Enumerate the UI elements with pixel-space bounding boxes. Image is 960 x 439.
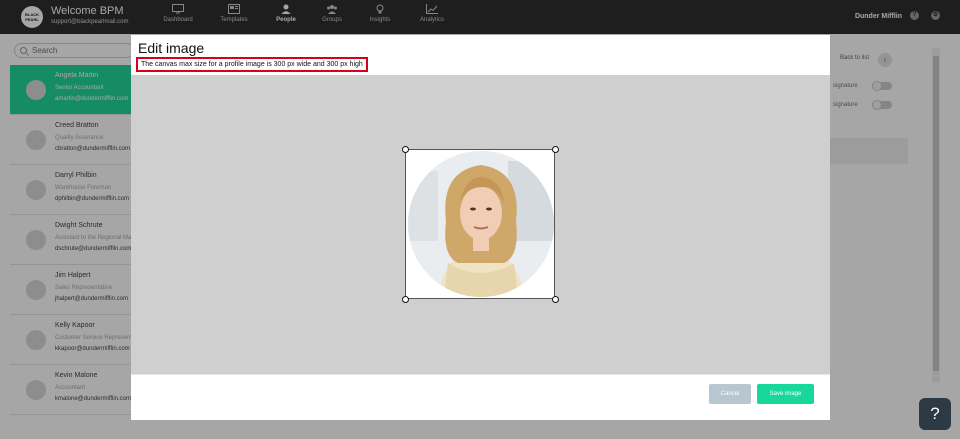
save-image-button[interactable]: Save image	[757, 384, 814, 404]
edit-image-modal: Edit image The canvas max size for a pro…	[131, 35, 830, 420]
modal-footer-divider	[131, 374, 830, 375]
cancel-button[interactable]: Cancel	[709, 384, 751, 404]
modal-title: Edit image	[138, 40, 205, 56]
crop-handle-top-left[interactable]	[402, 146, 409, 153]
image-canvas[interactable]	[131, 75, 830, 374]
crop-box[interactable]	[405, 149, 555, 299]
canvas-size-note: The canvas max size for a profile image …	[136, 57, 368, 72]
profile-photo	[408, 151, 554, 297]
help-button[interactable]: ?	[919, 398, 951, 430]
crop-handle-top-right[interactable]	[552, 146, 559, 153]
crop-handle-bottom-right[interactable]	[552, 296, 559, 303]
portrait-image	[408, 151, 554, 297]
crop-handle-bottom-left[interactable]	[402, 296, 409, 303]
